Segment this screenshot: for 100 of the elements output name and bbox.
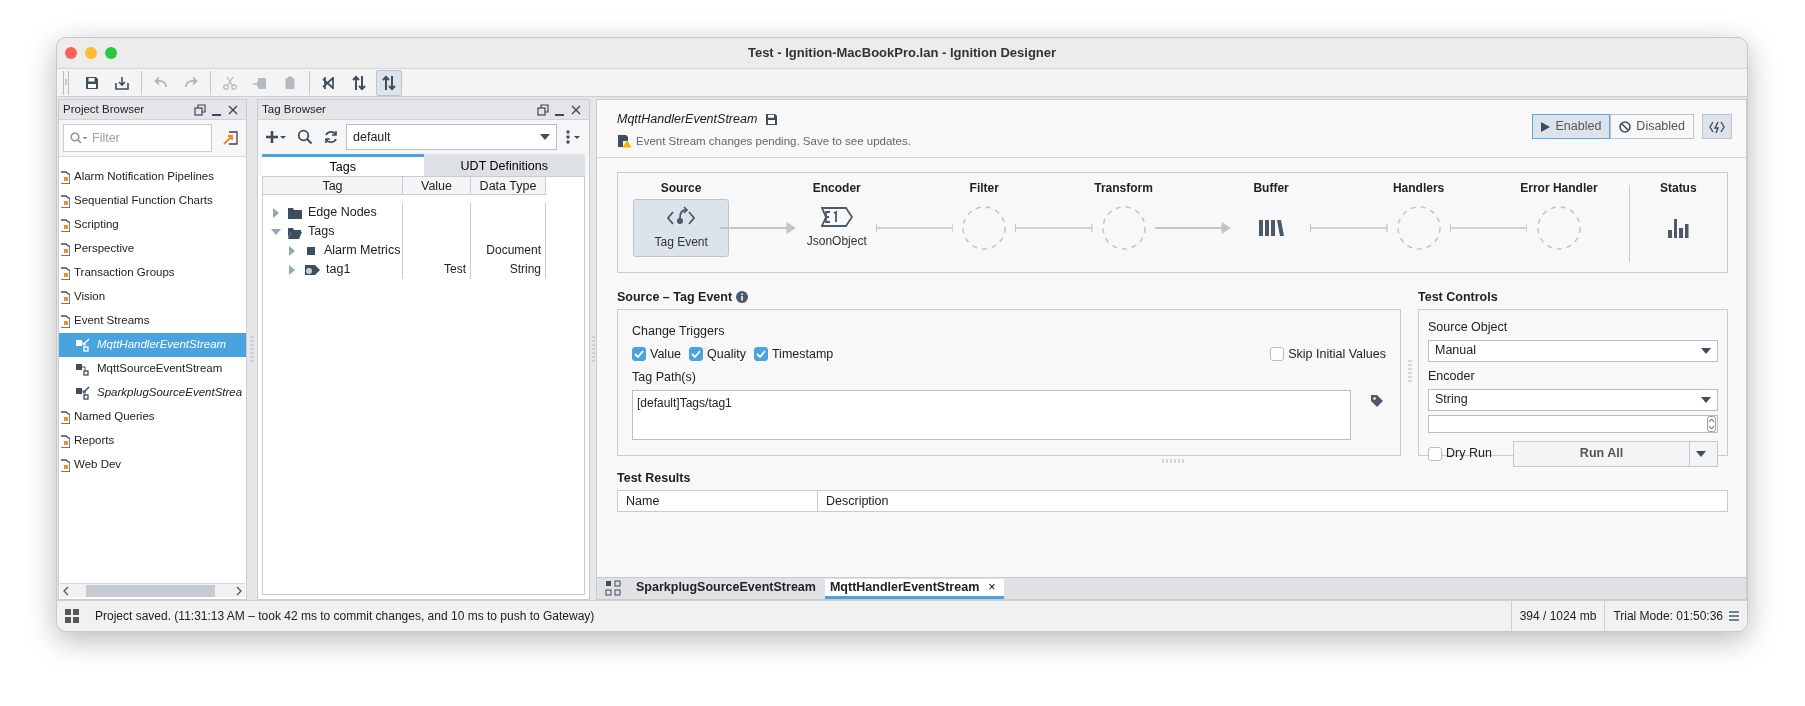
mode-toggle-button[interactable]: Disabled [1610, 114, 1694, 139]
stream-edit-icon [75, 386, 91, 400]
code-button[interactable] [1702, 114, 1732, 139]
refresh-icon [323, 129, 339, 145]
column-header[interactable]: Description [818, 491, 1727, 511]
tag-browser-tab[interactable]: Tags [262, 154, 424, 176]
zoom-window-button[interactable] [105, 47, 117, 59]
project-tree-item[interactable]: MqttSourceEventStream [59, 357, 246, 381]
up-down-arrows-icon [351, 74, 367, 91]
close-tab-button[interactable]: × [985, 578, 999, 597]
checkbox-label: Dry Run [1446, 445, 1492, 463]
project-tree-item[interactable]: Sequential Function Charts [59, 189, 246, 213]
section-title: Test Controls [1418, 288, 1498, 306]
info-icon[interactable] [736, 291, 749, 303]
close-window-button[interactable] [65, 47, 77, 59]
expand-caret-icon[interactable] [287, 245, 297, 256]
pending-notice: Event Stream changes pending. Save to see updates. [636, 133, 911, 149]
caret-icon [540, 134, 550, 140]
search-icon [297, 129, 313, 145]
checkbox[interactable] [632, 347, 646, 362]
filter-field[interactable]: Filter [63, 124, 212, 152]
column-header[interactable]: Tag [263, 177, 403, 195]
restore-button[interactable] [191, 103, 209, 116]
restore-button[interactable] [534, 103, 552, 116]
caret-icon [1701, 396, 1711, 403]
column-header[interactable]: Name [618, 491, 818, 511]
module-icon [61, 314, 70, 328]
project-tree-item[interactable]: Web Dev [59, 453, 246, 477]
grid-icon[interactable] [65, 609, 79, 623]
project-tree-item[interactable]: Named Queries [59, 405, 246, 429]
encoder-node[interactable]: JsonObject [788, 199, 885, 257]
folder-icon [287, 205, 303, 220]
stage-label: Filter [969, 180, 999, 197]
restore-icon [194, 103, 206, 116]
project-tree-item[interactable]: Perspective [59, 237, 246, 261]
checkbox[interactable] [1270, 347, 1285, 362]
horizontal-scrollbar[interactable] [60, 583, 245, 597]
number-field[interactable] [1428, 414, 1718, 433]
encoder-tag-icon [820, 206, 853, 228]
up-down-arrows-icon [381, 74, 397, 91]
tab-label: MqttHandlerEventStream [829, 579, 980, 597]
section-title: Test Results [617, 469, 691, 487]
splitter-grip[interactable] [1160, 459, 1185, 463]
dropdown[interactable]: Manual [1428, 339, 1718, 362]
mode-toggle-button[interactable]: Enabled [1532, 114, 1611, 139]
column-header[interactable]: Data Type [471, 177, 546, 195]
collapse-caret-icon[interactable] [271, 226, 281, 237]
editor-tab[interactable]: MqttHandlerEventStream × [824, 579, 1004, 599]
checkbox-label: Value [650, 345, 682, 363]
tag-icon [303, 262, 321, 277]
module-icon [61, 290, 70, 304]
project-tree-item[interactable]: Vision [59, 285, 246, 309]
tag-name[interactable]: tag1 [326, 260, 351, 279]
bar-chart-icon[interactable] [1667, 218, 1690, 238]
tag-name[interactable]: Alarm Metrics [324, 241, 401, 260]
toolbar-button[interactable] [376, 69, 402, 96]
window-title: Test - Ignition-MacBookPro.lan - Ignition Designer [747, 45, 1057, 61]
dropdown[interactable]: String [1428, 388, 1718, 411]
field-label: Change Triggers [632, 323, 726, 340]
source-node[interactable]: Tag Event [633, 199, 730, 257]
project-tree-item[interactable]: SparkplugSourceEventStrea [59, 381, 246, 405]
checkbox[interactable] [1428, 446, 1442, 461]
project-tree-item[interactable]: Alarm Notification Pipelines [59, 165, 246, 189]
stage-label: Handlers [1392, 180, 1445, 197]
expand-caret-icon[interactable] [287, 264, 297, 275]
unsaved-warning-icon [617, 134, 632, 149]
project-tree-item[interactable]: Reports [59, 429, 246, 453]
project-tree-item[interactable]: Scripting [59, 213, 246, 237]
module-icon [61, 170, 70, 184]
tab-list-icon[interactable] [605, 580, 621, 596]
project-tree-item[interactable]: Transaction Groups [59, 261, 246, 285]
tag-browser-tab[interactable]: UDT Definitions [423, 154, 585, 176]
status-message: Project saved. (11:31:13 AM – took 42 ms to commit changes, and 10 ms to push to Gateway) [95, 608, 596, 625]
stream-edit-icon [75, 338, 91, 352]
run-all-button[interactable]: Run All [1513, 440, 1690, 467]
provider-dropdown[interactable]: default [346, 124, 557, 150]
module-icon [61, 458, 70, 472]
checkbox[interactable] [689, 347, 704, 362]
stepper-icon[interactable] [1707, 415, 1716, 432]
splitter-grip[interactable] [1407, 358, 1412, 383]
tag-path-field[interactable]: [default]Tags/tag1 [632, 390, 1351, 441]
column-header[interactable]: Value [403, 177, 471, 195]
tag-name[interactable]: Tags [308, 222, 335, 241]
section-title: Source – Tag Event [617, 288, 733, 306]
stack-icon[interactable] [1729, 610, 1739, 622]
tag-data-type: Document [486, 243, 541, 257]
close-icon [570, 103, 582, 116]
module-icon [61, 266, 70, 280]
tag-icon [1370, 394, 1383, 408]
arrow-into-box-icon [223, 130, 239, 146]
project-tree-item[interactable]: Event Streams [59, 309, 246, 333]
expand-caret-icon[interactable] [271, 207, 281, 218]
play-icon [1541, 121, 1551, 132]
tag-value: Test [444, 262, 466, 276]
panel-title: Project Browser [63, 101, 146, 117]
minimize-icon [212, 113, 221, 116]
checkbox[interactable] [753, 347, 768, 362]
tag-name[interactable]: Edge Nodes [308, 203, 377, 222]
grip-handle-icon[interactable] [63, 70, 69, 95]
run-options-button[interactable] [1690, 440, 1718, 467]
